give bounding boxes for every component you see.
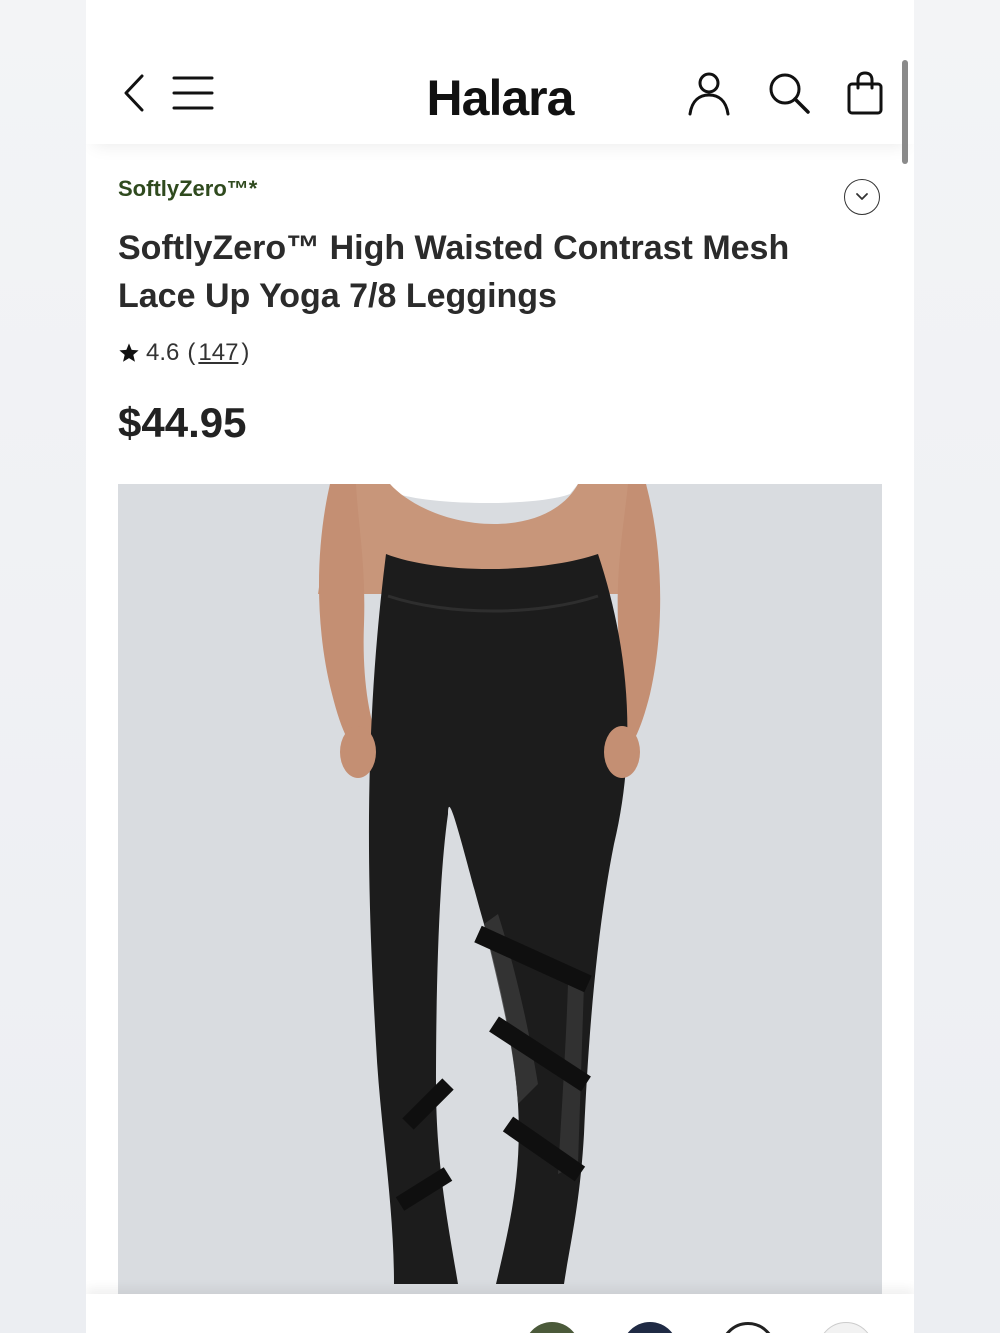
shopping-bag-icon[interactable]: [842, 70, 888, 116]
color-swatch-navy[interactable]: [622, 1322, 678, 1333]
left-backdrop: [0, 0, 86, 1333]
search-icon[interactable]: [766, 70, 812, 116]
expand-details-button[interactable]: [844, 179, 880, 215]
product-title: SoftlyZero™ High Waisted Contrast Mesh L…: [118, 229, 790, 315]
collection-link[interactable]: SoftlyZero™*: [118, 176, 257, 202]
review-close-paren: ): [241, 339, 250, 366]
product-page: Halara SoftlyZero™* SoftlyZero™ High Wai…: [86, 0, 914, 1333]
top-navigation-bar: Halara: [86, 40, 914, 144]
review-open-paren: (: [187, 339, 196, 366]
right-backdrop: [914, 0, 1000, 1333]
leggings-photo: [118, 484, 882, 1294]
color-swatch-bar: [86, 1294, 914, 1333]
review-count-link[interactable]: 147: [198, 339, 238, 367]
product-price: $44.95: [118, 399, 247, 446]
star-icon: [119, 343, 139, 362]
rating-value: 4.6: [146, 339, 180, 366]
scrollbar[interactable]: [902, 60, 908, 164]
color-swatch-selected[interactable]: [720, 1322, 776, 1333]
product-image[interactable]: [118, 484, 882, 1294]
account-icon[interactable]: [686, 70, 732, 116]
chevron-down-icon: [856, 193, 868, 200]
rating-summary: 4.6 ( 147 ): [118, 338, 249, 368]
color-swatch-light[interactable]: [818, 1322, 874, 1333]
color-swatch-olive[interactable]: [524, 1322, 580, 1333]
